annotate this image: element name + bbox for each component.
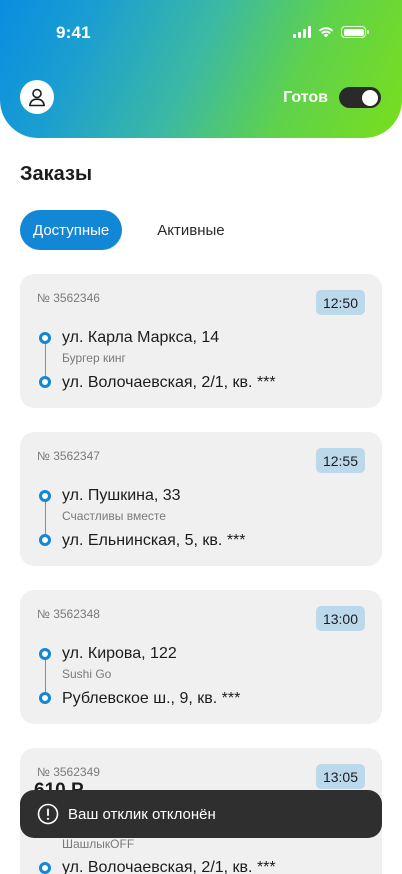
delivery-address: Рублевское ш., 9, кв. *** [62, 690, 241, 707]
order-tabs: Доступные Активные [20, 210, 238, 250]
pickup-address: ул. Карла Маркса, 14 [62, 329, 220, 346]
alert-circle-icon [37, 803, 59, 825]
status-time: 9:41 [56, 23, 91, 42]
app-header: 9:41 Готов [0, 0, 402, 138]
toggle-knob [362, 89, 378, 106]
pickup-point-icon [39, 648, 51, 660]
route-line [44, 344, 46, 376]
ready-toggle[interactable] [339, 87, 381, 108]
order-card[interactable]: № 3562347 12:55 ул. Пушкина, 33 Счастлив… [20, 432, 382, 566]
cellular-signal-icon [293, 26, 311, 38]
order-number: № 3562346 [37, 291, 100, 305]
delivery-address: ул. Волочаевская, 2/1, кв. *** [62, 374, 276, 391]
tab-available[interactable]: Доступные [20, 210, 123, 250]
pickup-point-icon [39, 332, 51, 344]
order-card[interactable]: № 3562348 13:00 ул. Кирова, 122 Sushi Go… [20, 590, 382, 724]
order-number: № 3562347 [37, 449, 100, 463]
dropoff-point-icon [39, 376, 51, 388]
restaurant-name: Sushi Go [62, 667, 112, 681]
ready-status-label: Готов [283, 89, 328, 106]
delivery-address: ул. Ельнинская, 5, кв. *** [62, 532, 246, 549]
status-bar: 9:41 [0, 0, 402, 60]
dropoff-point-icon [39, 862, 51, 874]
dropoff-point-icon [39, 692, 51, 704]
route-line [44, 660, 46, 692]
pickup-address: ул. Кирова, 122 [62, 645, 177, 662]
page-title: Заказы [20, 163, 93, 185]
delivery-address: ул. Волочаевская, 2/1, кв. *** [62, 859, 276, 874]
order-time-badge: 13:00 [315, 606, 365, 631]
restaurant-name: Бургер кинг [62, 351, 126, 365]
order-time-badge: 12:55 [315, 448, 365, 473]
rejection-toast: Ваш отклик отклонён [20, 790, 382, 838]
profile-avatar-button[interactable] [20, 80, 54, 114]
restaurant-name: Счастливы вместе [62, 509, 166, 523]
status-icons [293, 26, 369, 38]
battery-icon [341, 26, 369, 38]
order-number: № 3562349 [37, 765, 100, 779]
pickup-point-icon [39, 490, 51, 502]
order-time-badge: 12:50 [315, 290, 365, 315]
user-icon [29, 88, 45, 107]
pickup-address: ул. Пушкина, 33 [62, 487, 181, 504]
order-number: № 3562348 [37, 607, 100, 621]
order-time-badge: 13:05 [315, 764, 365, 789]
dropoff-point-icon [39, 534, 51, 546]
order-card[interactable]: № 3562346 12:50 ул. Карла Маркса, 14 Бур… [20, 274, 382, 408]
route-line [44, 502, 46, 534]
restaurant-name: ШашлыкOFF [62, 837, 135, 851]
wifi-icon [318, 27, 334, 38]
tab-active[interactable]: Активные [144, 210, 237, 250]
toast-message: Ваш отклик отклонён [68, 805, 216, 823]
